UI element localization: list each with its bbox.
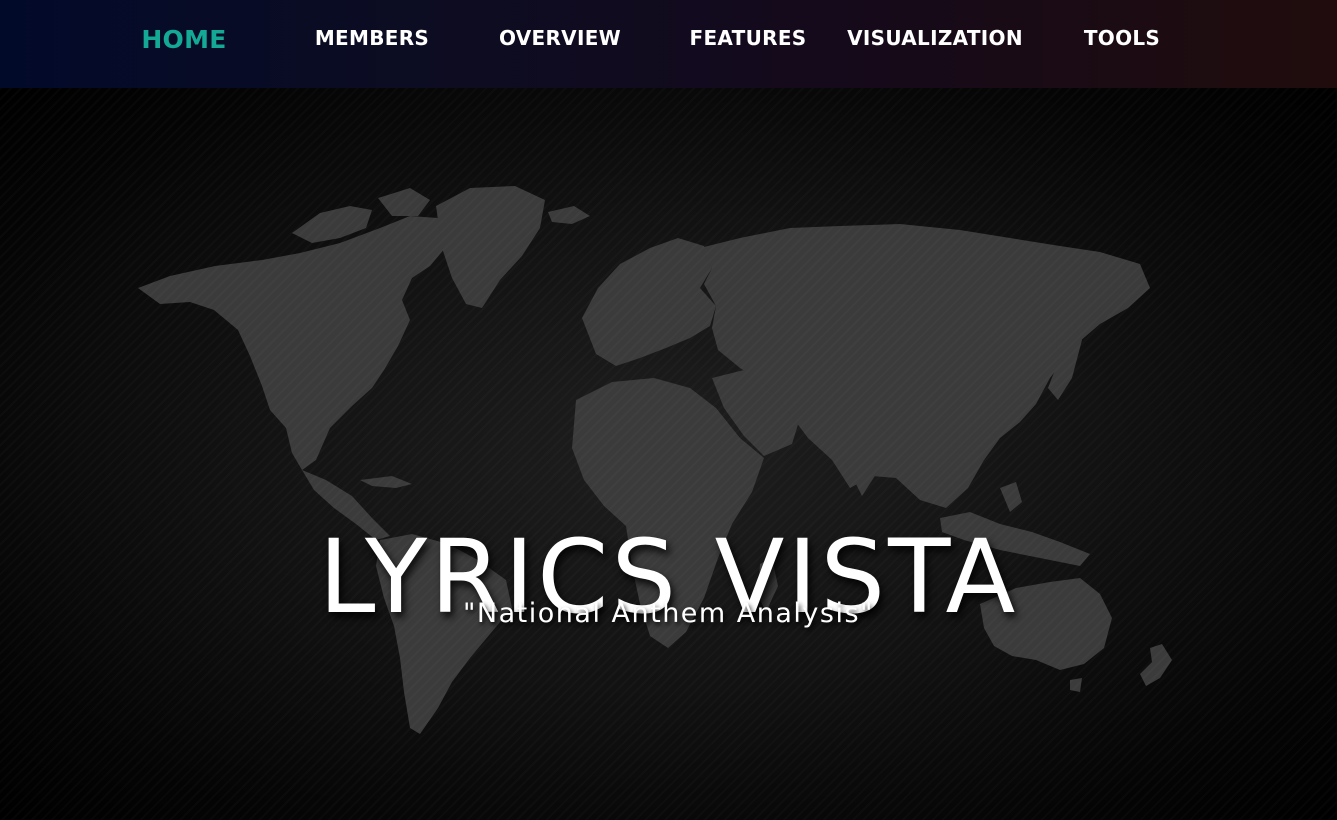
site-subtitle: "National Anthem Analysis" (463, 598, 874, 629)
top-navigation-bar: HOME MEMBERS OVERVIEW FEATURES VISUALIZA… (0, 0, 1337, 88)
nav-features-link[interactable]: FEATURES (678, 0, 818, 76)
hero-stripe-overlay (0, 88, 1337, 820)
nav-visualization-link[interactable]: VISUALIZATION (846, 0, 1024, 76)
nav-members-link[interactable]: MEMBERS (302, 0, 442, 76)
hero-section: LYRICS VISTA "National Anthem Analysis" (0, 88, 1337, 820)
nav-overview-link[interactable]: OVERVIEW (488, 0, 632, 76)
nav-tools-link[interactable]: TOOLS (1066, 0, 1178, 76)
nav-home-link[interactable]: HOME (120, 0, 248, 80)
